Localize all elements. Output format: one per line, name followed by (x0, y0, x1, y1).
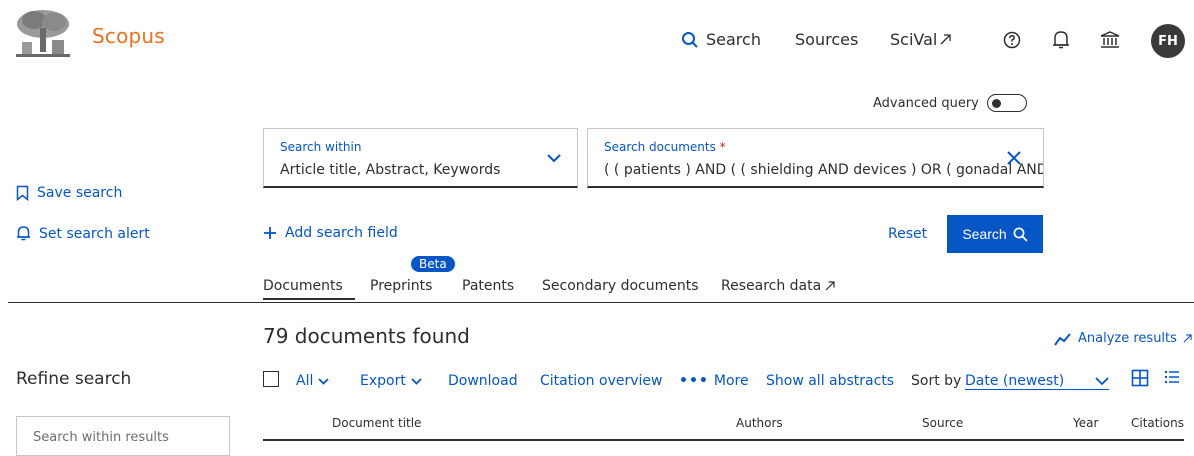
refine-search-title: Refine search (16, 369, 132, 389)
search-icon (1013, 227, 1028, 242)
search-documents-field[interactable]: Search documents * ( ( patients ) AND ( … (587, 128, 1044, 188)
brand-name[interactable]: Scopus (92, 24, 165, 48)
export-label: Export (360, 373, 406, 389)
plus-icon (263, 226, 277, 240)
avatar[interactable]: FH (1151, 24, 1185, 58)
tab-research-data[interactable]: Research data (721, 278, 835, 294)
beta-badge: Beta (411, 256, 455, 272)
chevron-down-icon (1095, 377, 1109, 385)
results-count: 79 documents found (263, 324, 470, 348)
tabs-divider (8, 302, 1194, 303)
add-search-field-button[interactable]: Add search field (263, 225, 398, 241)
advanced-query-label: Advanced query (873, 95, 979, 111)
bookmark-icon (16, 185, 29, 201)
column-header-source[interactable]: Source (922, 416, 963, 430)
help-icon[interactable] (1000, 28, 1024, 52)
chevron-down-icon (411, 377, 422, 385)
save-search-link[interactable]: Save search (16, 185, 122, 201)
select-all-checkbox[interactable] (263, 371, 279, 387)
sort-value: Date (newest) (965, 373, 1065, 389)
search-button[interactable]: Search (947, 215, 1043, 253)
column-header-document-title[interactable]: Document title (332, 416, 421, 430)
nav-scival[interactable]: SciVal (890, 30, 952, 49)
save-search-label: Save search (37, 185, 123, 201)
list-view-icon[interactable] (1164, 369, 1180, 389)
search-within-value: Article title, Abstract, Keywords (280, 162, 501, 178)
toggle-knob (991, 99, 1001, 108)
nav-scival-label: SciVal (890, 30, 938, 49)
elsevier-tree-logo (14, 8, 72, 58)
trend-icon (1054, 332, 1072, 346)
more-button[interactable]: ••• More (679, 373, 749, 389)
table-header-divider (263, 439, 1184, 441)
chevron-down-icon (547, 151, 561, 167)
search-within-results-input[interactable]: Search within results (16, 416, 230, 456)
advanced-query-toggle[interactable] (986, 94, 1027, 112)
set-search-alert-label: Set search alert (39, 225, 150, 242)
reset-button[interactable]: Reset (888, 226, 927, 242)
all-label: All (296, 373, 314, 389)
search-within-select[interactable]: Search within Article title, Abstract, K… (263, 128, 578, 188)
sort-select[interactable]: Date (newest) (965, 373, 1109, 390)
search-icon (681, 31, 699, 49)
external-link-icon (1183, 334, 1192, 343)
export-dropdown[interactable]: Export (360, 373, 422, 389)
column-header-year[interactable]: Year (1073, 416, 1098, 430)
nav-sources[interactable]: Sources (795, 30, 858, 49)
external-link-icon (825, 281, 835, 291)
column-header-citations[interactable]: Citations (1131, 416, 1184, 430)
more-label: More (713, 373, 749, 389)
show-all-abstracts-button[interactable]: Show all abstracts (766, 373, 894, 389)
analyze-results-label: Analyze results (1078, 331, 1177, 346)
analyze-results-link[interactable]: Analyze results (1054, 331, 1192, 346)
external-link-icon (940, 34, 952, 45)
citation-overview-button[interactable]: Citation overview (540, 373, 662, 389)
grid-view-icon[interactable] (1131, 369, 1149, 391)
bell-icon[interactable] (1049, 28, 1073, 52)
institution-icon[interactable] (1098, 28, 1122, 52)
select-all-dropdown[interactable]: All (296, 373, 329, 389)
sort-by-label: Sort by (911, 373, 962, 389)
nav-search-label: Search (706, 30, 761, 49)
search-documents-input[interactable]: ( ( patients ) AND ( ( shielding AND dev… (604, 162, 1043, 178)
bell-icon (16, 225, 31, 242)
tab-preprints[interactable]: Preprints (370, 278, 432, 294)
column-header-authors[interactable]: Authors (736, 416, 783, 430)
advanced-query-toggle-row[interactable]: Advanced query (873, 94, 1027, 112)
ellipsis-icon: ••• (679, 373, 709, 389)
tab-research-data-label: Research data (721, 278, 822, 294)
tab-documents[interactable]: Documents (263, 278, 343, 294)
search-documents-label: Search documents * (604, 140, 726, 154)
tab-active-indicator (263, 298, 355, 300)
tab-patents[interactable]: Patents (462, 278, 514, 294)
tab-secondary-documents[interactable]: Secondary documents (542, 278, 699, 294)
nav-search[interactable]: Search (681, 30, 761, 49)
search-within-label: Search within (280, 140, 362, 154)
add-search-field-label: Add search field (285, 225, 398, 241)
set-search-alert-link[interactable]: Set search alert (16, 225, 150, 242)
clear-icon[interactable] (1007, 151, 1021, 169)
search-button-label: Search (962, 226, 1007, 242)
chevron-down-icon (318, 377, 329, 385)
download-button[interactable]: Download (448, 373, 518, 389)
